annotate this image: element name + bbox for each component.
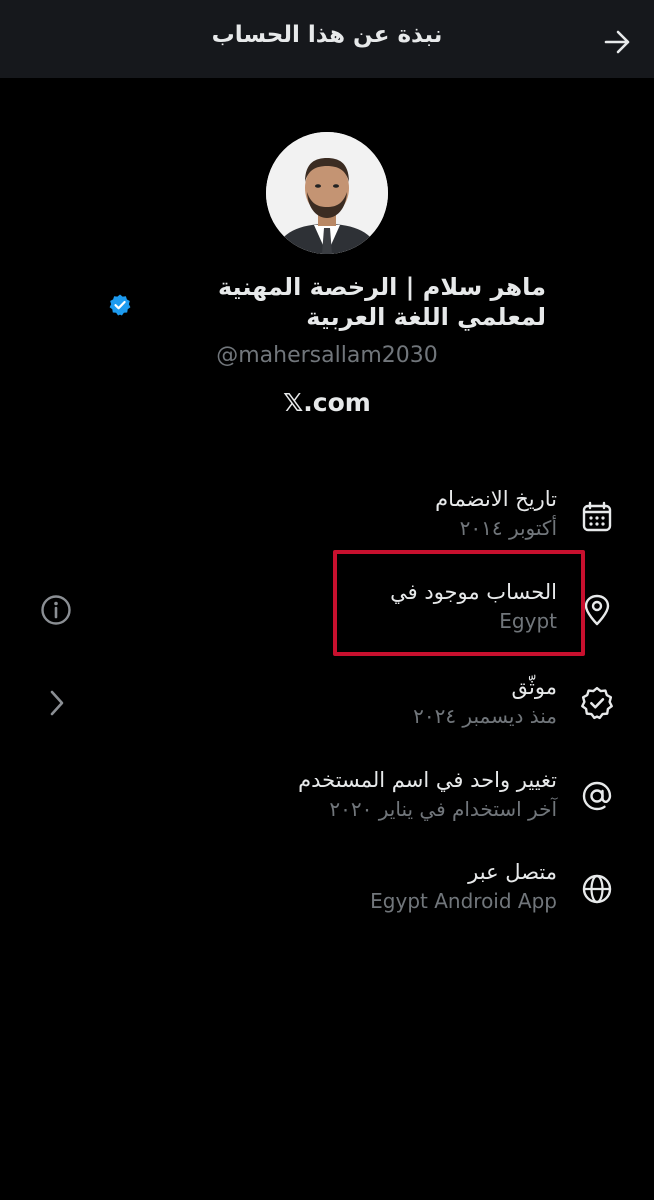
detail-value: أكتوبر ٢٠١٤ [459,516,557,540]
highlight-box [333,550,585,656]
detail-value: آخر استخدام في يناير ٢٠٢٠ [329,797,557,821]
platform-label: 𝕏.com [283,388,371,417]
detail-label: موثّق [511,675,557,699]
detail-value: منذ ديسمبر ٢٠٢٤ [413,704,557,728]
avatar [266,132,388,254]
globe-icon [580,872,614,906]
arrow-right-icon [604,30,630,54]
detail-joined: تاريخ الانضمام أكتوبر ٢٠١٤ [137,484,557,542]
next-button[interactable] [46,688,68,718]
page-title: نبذة عن هذا الحساب [211,22,443,48]
location-pin-icon [580,593,614,627]
detail-value: Egypt Android App [370,889,557,913]
at-sign-icon [580,779,614,813]
calendar-icon [580,500,614,534]
info-icon [41,595,71,625]
back-button[interactable] [602,27,632,57]
detail-label: متصل عبر [468,860,557,884]
verified-badge-icon [108,293,132,317]
info-button[interactable] [40,594,72,626]
detail-label: تاريخ الانضمام [435,487,557,511]
display-name: ماهر سلام | الرخصة المهنية لمعلمي اللغة … [217,273,546,331]
verified-badge-icon [580,686,614,720]
chevron-right-icon [50,690,64,716]
detail-connected-via: متصل عبر Egypt Android App [137,857,557,915]
detail-verified: موثّق منذ ديسمبر ٢٠٢٤ [137,672,557,730]
username-handle: @mahersallam2030 [216,343,438,368]
top-bar: نبذة عن هذا الحساب [0,0,654,78]
detail-label: تغيير واحد في اسم المستخدم [298,768,557,792]
detail-username-change: تغيير واحد في اسم المستخدم آخر استخدام ف… [137,765,557,823]
